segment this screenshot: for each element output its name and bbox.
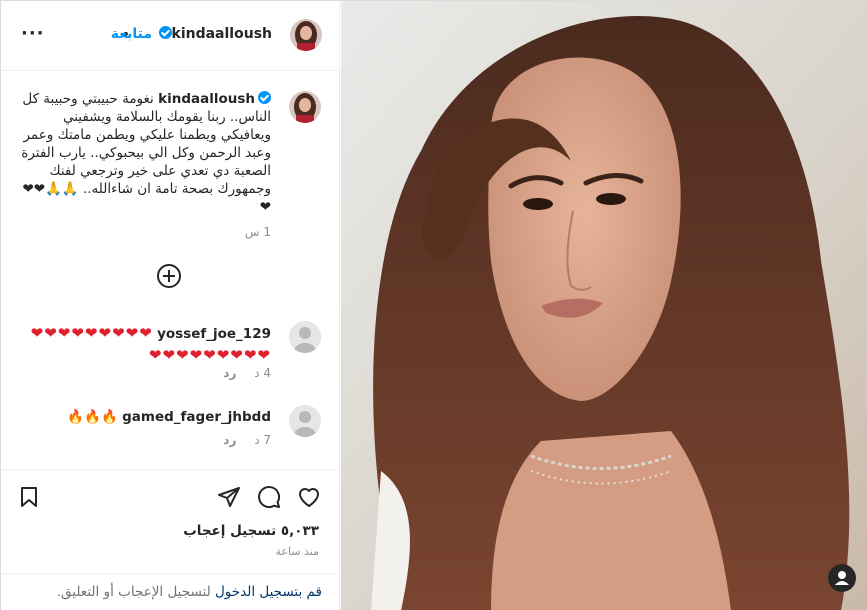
comment-author[interactable]: yossef_joe_129 [157,326,271,342]
login-prompt: قم بتسجيل الدخول لتسجيل الإعجاب أو التعل… [1,573,340,610]
caption-time[interactable]: 1 س [245,225,271,239]
comment-time[interactable]: 7 د [254,433,271,447]
reply-button[interactable]: رد [223,433,236,447]
comment-meta: 4 د رد [209,366,271,380]
caption-body: نغومة حبيبتي وحبيبة كل الناس.. ربنا يقوم… [21,91,271,215]
post-image[interactable] [341,1,867,610]
caption-author[interactable]: kindaalloush [158,91,271,107]
comment-text: yossef_joe_129 ❤❤❤❤❤❤❤❤❤❤❤❤❤❤❤❤❤❤ [26,323,271,367]
caption-avatar[interactable] [289,91,321,123]
bookmark-icon[interactable] [17,485,41,509]
user-icon[interactable] [828,564,856,592]
author-avatar[interactable] [290,19,322,51]
commenter-avatar[interactable] [289,321,321,353]
add-comment-icon[interactable] [157,264,181,288]
login-prompt-text: لتسجيل الإعجاب أو التعليق. [56,584,215,600]
heart-icon[interactable] [297,485,321,509]
author-username[interactable]: kindaalloush [156,26,272,42]
post-time[interactable]: منذ ساعة [275,545,319,558]
comment-text: gamed_fager_jhbdd 🔥🔥🔥 [26,407,271,428]
comment-icon[interactable] [257,485,281,509]
post-dialog: kindaalloush • متابعة ··· kindaalloush ن… [0,0,867,610]
action-bar [1,469,340,523]
verified-icon [158,26,172,39]
follow-button[interactable]: متابعة [111,26,152,42]
verified-icon [258,91,271,104]
caption-text: kindaalloush نغومة حبيبتي وحبيبة كل النا… [13,90,271,216]
comment-meta: 7 د رد [209,433,271,447]
reply-button[interactable]: رد [223,366,236,380]
comment-author[interactable]: gamed_fager_jhbdd [122,409,271,425]
commenter-avatar[interactable] [289,405,321,437]
more-icon[interactable]: ··· [21,23,45,44]
post-side-panel: kindaalloush • متابعة ··· kindaalloush ن… [1,1,340,610]
login-link[interactable]: قم بتسجيل الدخول [215,584,322,600]
likes-count[interactable]: ٥,٠٣٣ تسجيل إعجاب [183,523,319,539]
share-icon[interactable] [217,485,241,509]
post-header: kindaalloush • متابعة ··· [1,1,340,71]
comment-time[interactable]: 4 د [254,366,271,380]
comment-body: 🔥🔥🔥 [67,409,118,425]
